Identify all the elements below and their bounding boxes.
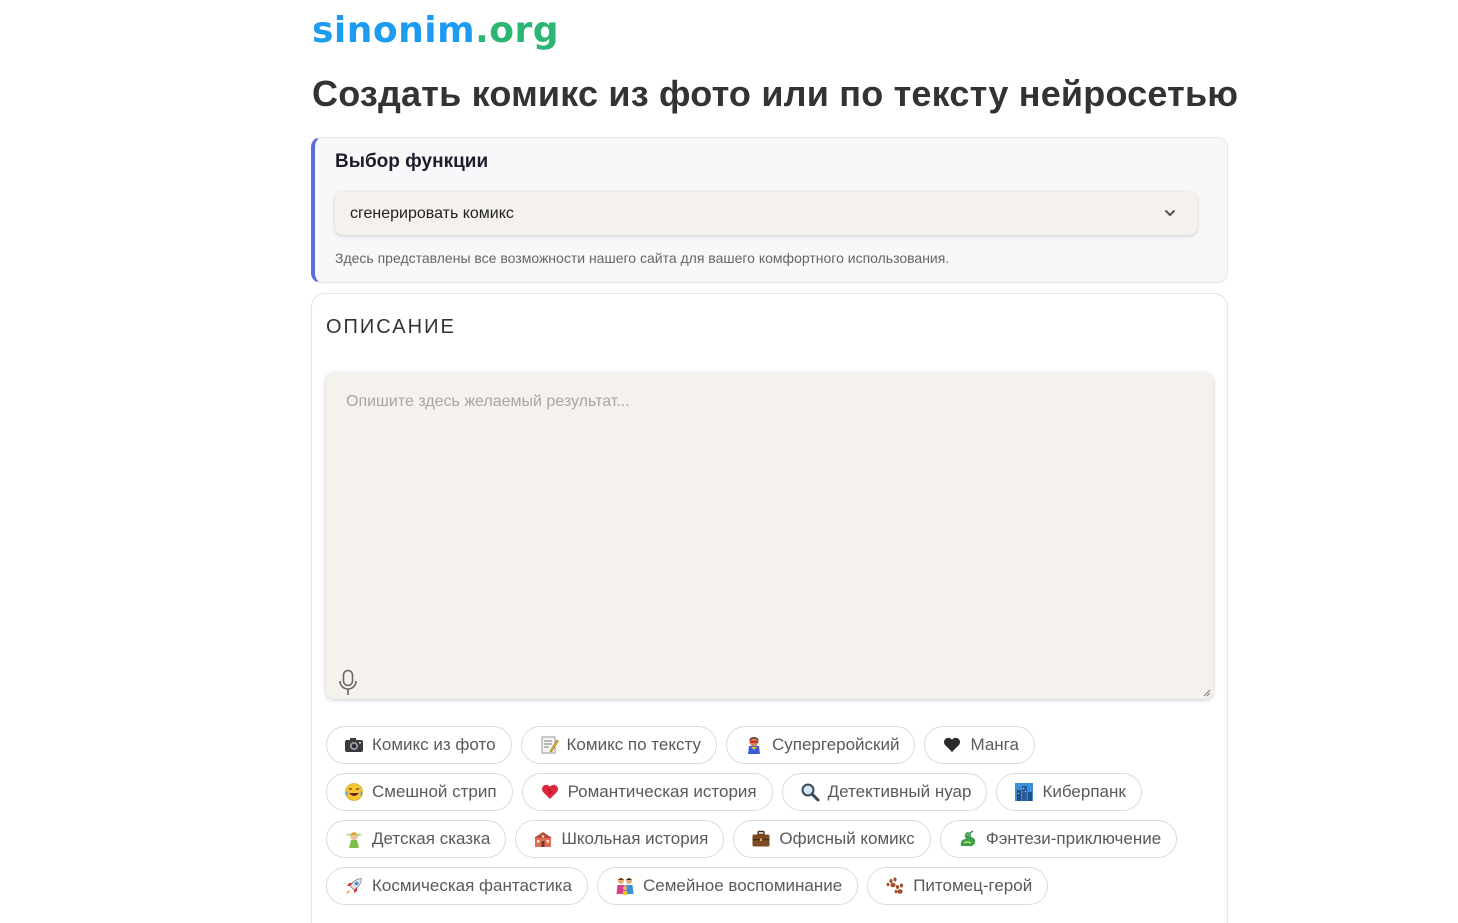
preset-chip-label: Офисный комикс: [779, 829, 915, 848]
preset-chip-label: Питомец-герой: [913, 876, 1033, 895]
function-selector-card: Выбор функции сгенерировать комикс Здесь…: [311, 137, 1228, 283]
preset-chip-label: Комикс из фото: [372, 735, 496, 754]
rocket-icon: [343, 875, 365, 897]
function-select-dropdown[interactable]: сгенерировать комикс: [335, 192, 1197, 235]
preset-chip[interactable]: Офисный комикс: [733, 820, 931, 858]
chip-row: Космическая фантастика Семейное воспомина…: [326, 867, 1206, 905]
preset-chip[interactable]: Фэнтези-приключение: [939, 820, 1178, 858]
page-title: Создать комикс из фото или по тексту ней…: [312, 73, 1239, 114]
red-heart-icon: [539, 781, 561, 803]
preset-chip-label: Супергеройский: [771, 735, 900, 754]
chip-row: Детская сказка Школьная история Офисный ко…: [326, 820, 1206, 858]
description-field-wrapper: [326, 373, 1213, 699]
preset-chip[interactable]: Супергеройский: [725, 726, 916, 764]
function-selector-hint: Здесь представлены все возможности нашег…: [335, 250, 950, 266]
preset-chip[interactable]: Детская сказка: [326, 820, 507, 858]
briefcase-icon: [750, 828, 772, 850]
preset-chip[interactable]: Смешной стрип: [326, 773, 513, 811]
resize-handle-icon[interactable]: [1203, 689, 1211, 697]
logo-text-domain: .org: [475, 10, 560, 51]
preset-chip-label: Фэнтези-приключение: [985, 829, 1162, 848]
chip-row: Смешной стрип Романтическая история Детект…: [326, 773, 1206, 811]
magnifier-icon: [799, 781, 821, 803]
chevron-down-icon: [1165, 210, 1175, 216]
preset-chip[interactable]: Комикс по тексту: [520, 726, 717, 764]
fairy-icon: [343, 828, 365, 850]
preset-chip-label: Романтическая история: [567, 782, 757, 801]
school-icon: [532, 828, 554, 850]
preset-chip-label: Смешной стрип: [372, 782, 497, 801]
preset-chip-label: Манга: [970, 735, 1019, 754]
preset-chip[interactable]: Комикс из фото: [326, 726, 512, 764]
site-logo[interactable]: sinonim.org: [312, 9, 559, 53]
black-heart-icon: [941, 734, 963, 756]
paw-icon: [884, 875, 906, 897]
microphone-icon[interactable]: [337, 669, 359, 697]
preset-chip[interactable]: Манга: [924, 726, 1035, 764]
function-select-value: сгенерировать комикс: [350, 205, 514, 222]
memo-icon: [538, 734, 560, 756]
preset-chip-label: Киберпанк: [1042, 782, 1126, 801]
laughing-face-icon: [343, 781, 365, 803]
preset-chip[interactable]: Космическая фантастика: [326, 867, 588, 905]
camera-icon: [343, 734, 365, 756]
function-selector-heading: Выбор функции: [335, 151, 489, 172]
preset-chip-label: Космическая фантастика: [372, 876, 572, 895]
description-textarea[interactable]: [326, 373, 1213, 699]
dragon-icon: [957, 828, 979, 850]
preset-chip[interactable]: Питомец-герой: [867, 867, 1049, 905]
superhero-icon: [743, 734, 765, 756]
description-label: ОПИСАНИЕ: [326, 316, 456, 338]
chip-row: Комикс из фото Комикс по тексту Супергерой…: [326, 726, 1206, 764]
preset-chip-label: Школьная история: [561, 829, 709, 848]
preset-chip[interactable]: Детективный нуар: [781, 773, 988, 811]
preset-chip-label: Детская сказка: [372, 829, 491, 848]
family-icon: [614, 875, 636, 897]
preset-chip-label: Семейное воспоминание: [642, 876, 843, 895]
preset-chip[interactable]: Семейное воспоминание: [596, 867, 859, 905]
preset-chip-label: Детективный нуар: [827, 782, 972, 801]
city-icon: [1013, 781, 1035, 803]
preset-chip[interactable]: Киберпанк: [996, 773, 1142, 811]
preset-chips: Комикс из фото Комикс по тексту Супергерой…: [326, 726, 1206, 914]
preset-chip[interactable]: Школьная история: [515, 820, 725, 858]
logo-text-main: sinonim: [312, 10, 476, 51]
description-card: ОПИСАНИЕ Комикс из фото Комикс по тексту С…: [311, 293, 1228, 923]
preset-chip-label: Комикс по тексту: [566, 735, 701, 754]
preset-chip[interactable]: Романтическая история: [521, 773, 773, 811]
